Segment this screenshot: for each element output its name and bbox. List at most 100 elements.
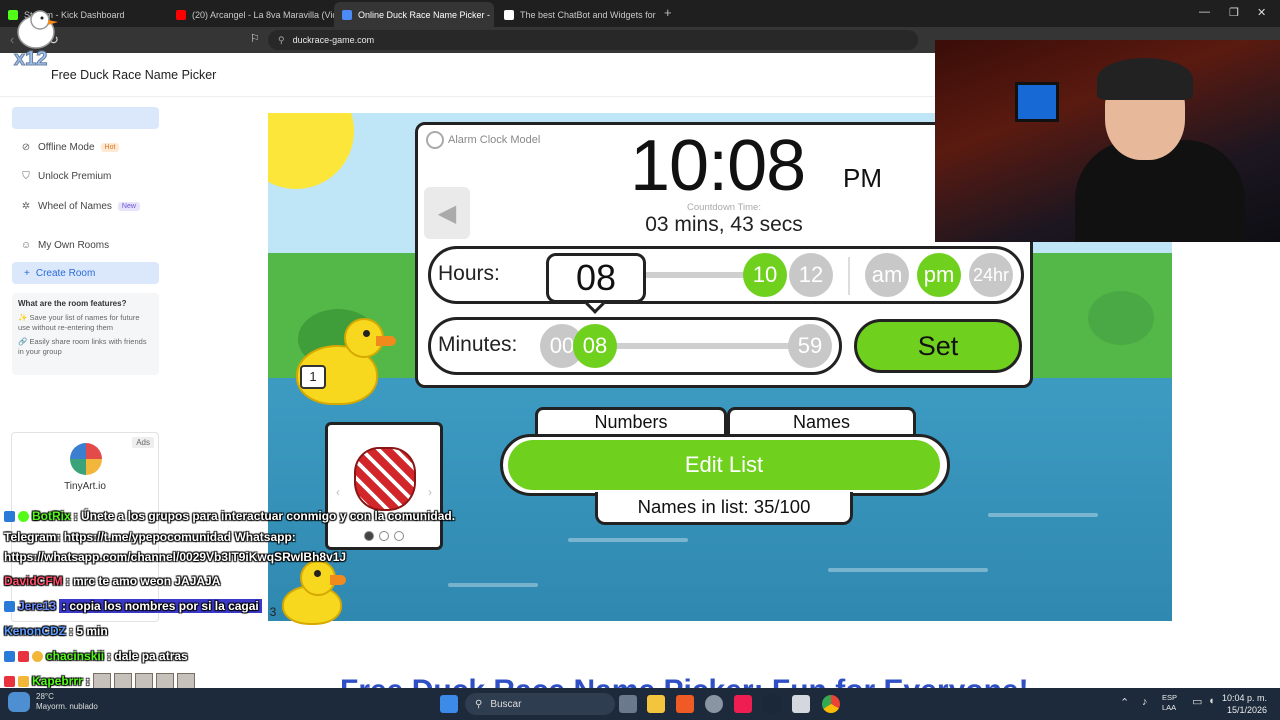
close-window-icon[interactable]: ✕ [1257, 6, 1266, 19]
bookmark-icon[interactable]: ⚐ [250, 32, 260, 45]
sun-icon [268, 113, 354, 189]
feature-text: Easily share room links with friends in … [18, 337, 147, 356]
github-icon[interactable] [705, 695, 723, 713]
set-alarm-button[interactable]: Set [854, 319, 1022, 373]
minimize-icon[interactable]: — [1199, 6, 1210, 18]
hour-option-12[interactable]: 12 [789, 253, 833, 297]
ad-box[interactable]: Ads TinyArt.io [11, 432, 159, 622]
sidebar-search-bar[interactable] [12, 107, 159, 129]
chat-username: DavidCFM [4, 574, 63, 588]
chat-username: Jere13 [18, 599, 57, 613]
emote-icon [176, 673, 195, 689]
emote-icon [134, 673, 153, 689]
water-ripple [828, 568, 988, 572]
maximize-icon[interactable]: ❐ [1229, 6, 1239, 19]
chat-message: Kapebrrr : [4, 673, 195, 689]
network-icon[interactable]: ▭ [1192, 695, 1202, 708]
task-view-icon[interactable] [619, 695, 637, 713]
mod-badge-icon [4, 510, 15, 522]
chat-text: : mrc te amo weon JAJAJA [65, 574, 221, 588]
chat-message: KenonCDZ : 5 min [4, 624, 108, 638]
page-dot[interactable] [379, 531, 389, 541]
tab-names[interactable]: Names [727, 407, 916, 435]
chrome-icon[interactable] [822, 695, 840, 713]
card-next-icon[interactable]: › [428, 485, 432, 499]
tab-numbers[interactable]: Numbers [535, 407, 727, 435]
search-placeholder: Buscar [490, 698, 522, 710]
taskbar-search[interactable]: ⚲ Buscar [465, 693, 615, 715]
chat-username: BotRix [32, 509, 71, 523]
minute-slider-thumb[interactable]: 08 [573, 324, 617, 368]
volume-icon[interactable]: ◖ [1208, 695, 1215, 707]
url-field[interactable]: ⚲ duckrace-game.com [268, 30, 918, 50]
duck-number-tag: 1 [300, 365, 326, 389]
edit-list-button[interactable]: Edit List [508, 440, 940, 490]
room-features-box: What are the room features? ✨ Save your … [12, 293, 159, 375]
tab-botrix[interactable]: The best ChatBot and Widgets for Ki [496, 2, 656, 27]
tab-youtube[interactable]: (20) Arcangel - La 8va Maravilla (Vid [168, 2, 334, 27]
gift-badge-icon [18, 650, 29, 662]
botrix-favicon-icon [504, 9, 514, 20]
new-badge: New [117, 202, 140, 211]
app-icon[interactable] [792, 695, 810, 713]
steam-icon[interactable] [763, 695, 781, 713]
sidebar-item-wheel-of-names[interactable]: ✲ Wheel of Names New [20, 201, 140, 212]
create-room-button[interactable]: + Create Room [12, 262, 159, 284]
features-title: What are the room features? [18, 299, 127, 308]
chat-text: : [85, 674, 90, 688]
site-title: Free Duck Race Name Picker [51, 68, 217, 82]
windows-taskbar: 28°C Mayorm. nublado ⚲ Buscar ⌃ ♪ ESP LA… [0, 688, 1280, 720]
tab-title: Online Duck Race Name Picker - [358, 9, 491, 20]
am-toggle[interactable]: am [865, 253, 909, 297]
sidebar-item-offline-mode[interactable]: ⊘ Offline Mode Hot [20, 142, 120, 153]
water-ripple [568, 538, 688, 542]
hot-badge: Hot [100, 143, 120, 152]
bush-icon [1088, 291, 1154, 345]
tab-title: (20) Arcangel - La 8va Maravilla (Vid [192, 9, 334, 20]
hour-value-bubble[interactable]: 08 [546, 253, 646, 303]
wheel-icon: ✲ [21, 201, 31, 212]
background-monitor [1015, 82, 1059, 122]
page-dot[interactable] [364, 531, 374, 541]
gift-badge-icon [4, 675, 15, 687]
file-explorer-icon[interactable] [647, 695, 665, 713]
hour-option-10[interactable]: 10 [743, 253, 787, 297]
weather-text: 28°C Mayorm. nublado [36, 692, 98, 712]
chat-message: Jere13 : copia los nombres por si la cag… [4, 599, 262, 613]
microphone-icon[interactable]: ♪ [1142, 696, 1148, 708]
water-ripple [448, 583, 538, 587]
logo-badge: x12 [13, 48, 48, 71]
brave-browser-icon[interactable] [676, 695, 694, 713]
sidebar-item-unlock-premium[interactable]: ⛉ Unlock Premium [20, 171, 111, 182]
divider [848, 257, 850, 295]
chat-username: Kapebrrr [32, 674, 83, 688]
site-info-icon[interactable]: ⚲ [278, 35, 285, 46]
language-indicator[interactable]: ESP LAA [1162, 693, 1177, 713]
mod-badge-icon [4, 650, 15, 662]
minute-max[interactable]: 59 [788, 324, 832, 368]
chat-text: https://whatsapp.com/channel/0029Vb3IT9i… [4, 550, 347, 564]
alarm-clock-mode[interactable]: Alarm Clock Model [426, 131, 540, 149]
tiktok-icon[interactable] [734, 695, 752, 713]
pm-toggle[interactable]: pm [917, 253, 961, 297]
page-dot[interactable] [394, 531, 404, 541]
tinyart-logo-icon [70, 443, 102, 475]
windows-start-icon[interactable] [440, 695, 458, 713]
card-prev-icon[interactable]: ‹ [336, 485, 340, 499]
duck-skin-card[interactable]: ‹ › [325, 422, 443, 550]
emote-icon [113, 673, 132, 689]
24hr-toggle[interactable]: 24hr [969, 253, 1013, 297]
tab-duck-race[interactable]: Online Duck Race Name Picker - ✕ [334, 2, 494, 27]
new-tab-button[interactable]: + [664, 5, 672, 20]
weather-widget[interactable]: 28°C Mayorm. nublado [8, 692, 98, 712]
sidebar-item-my-own-rooms[interactable]: ☺ My Own Rooms [20, 240, 109, 251]
red-duck-icon [354, 447, 416, 511]
sidebar-item-label: Unlock Premium [38, 171, 112, 182]
tray-chevron-icon[interactable]: ⌃ [1120, 696, 1129, 709]
subscriber-badge-icon [4, 600, 15, 612]
system-clock[interactable]: 10:04 p. m. 15/1/2026 [1222, 692, 1267, 716]
duck-eye-icon [363, 330, 370, 337]
chat-text-highlighted: : copia los nombres por si la cagai [59, 599, 262, 613]
duck-logo[interactable]: x12 [8, 4, 64, 74]
lang-code: ESP [1162, 693, 1178, 702]
